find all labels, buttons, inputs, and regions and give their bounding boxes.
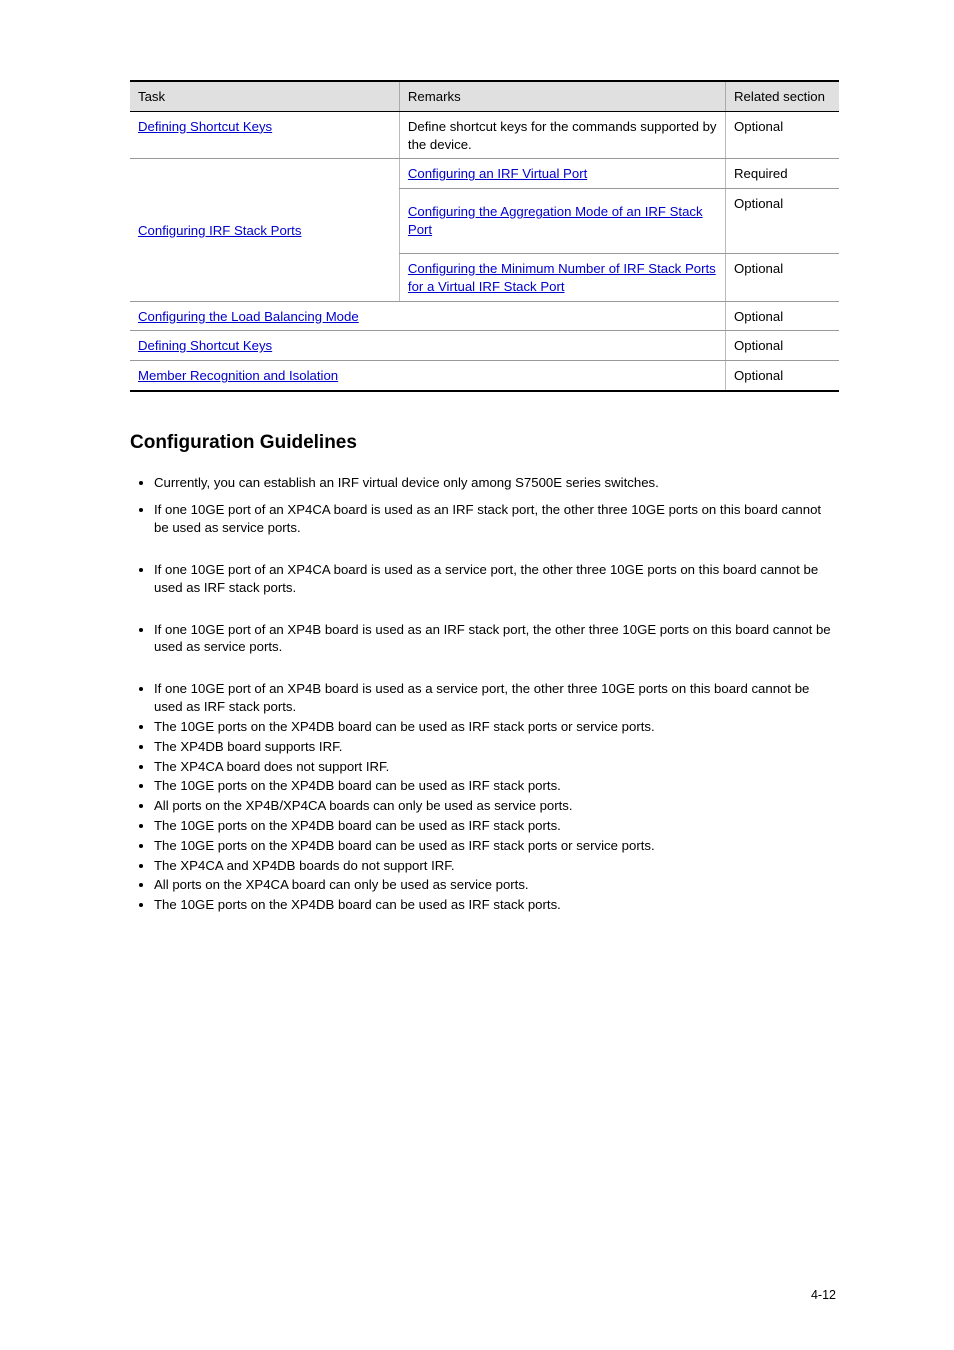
task-cell: Configuring IRF Stack Ports [130,159,399,301]
list-item: All ports on the XP4CA board can only be… [154,876,839,894]
section-heading: Configuration Guidelines [130,430,839,456]
list-item: The 10GE ports on the XP4DB board can be… [154,777,839,795]
list-item: The 10GE ports on the XP4DB board can be… [154,817,839,835]
list-item: If one 10GE port of an XP4CA board is us… [154,501,839,537]
remarks-cell: Configuring an IRF Virtual Port [399,159,725,189]
table-row: Defining Shortcut Keys Define shortcut k… [130,111,839,159]
list-item: All ports on the XP4B/XP4CA boards can o… [154,797,839,815]
page-number: 4-12 [811,1287,836,1304]
related-cell: Required [726,159,839,189]
table-row: Member Recognition and Isolation Optiona… [130,361,839,391]
related-cell: Optional [726,253,839,301]
task-table-wrap: Task Remarks Related section Defining Sh… [130,80,839,392]
table-row: Configuring the Load Balancing Mode Opti… [130,301,839,331]
related-cell: Optional [726,111,839,159]
xref-link[interactable]: Configuring the Minimum Number of IRF St… [408,261,716,294]
task-cell: Defining Shortcut Keys [130,331,726,361]
remarks-text: Define shortcut keys for the commands su… [408,119,717,152]
list-item: The 10GE ports on the XP4DB board can be… [154,718,839,736]
list-item: The XP4CA board does not support IRF. [154,758,839,776]
related-cell: Optional [726,361,839,391]
xref-link[interactable]: Configuring an IRF Virtual Port [408,166,587,181]
remarks-cell: Define shortcut keys for the commands su… [399,111,725,159]
xref-link[interactable]: Configuring IRF Stack Ports [138,223,301,238]
remarks-cell: Configuring the Minimum Number of IRF St… [399,253,725,301]
task-cell: Configuring the Load Balancing Mode [130,301,726,331]
related-cell: Optional [726,331,839,361]
remarks-cell: Configuring the Aggregation Mode of an I… [399,189,725,254]
list-item: Currently, you can establish an IRF virt… [154,474,839,492]
col-header-related: Related section [726,81,839,111]
list-item: The 10GE ports on the XP4DB board can be… [154,837,839,855]
task-cell: Member Recognition and Isolation [130,361,726,391]
table-row: Defining Shortcut Keys Optional [130,331,839,361]
table-row: Configuring IRF Stack Ports Configuring … [130,159,839,189]
col-header-task: Task [130,81,399,111]
xref-link[interactable]: Configuring the Load Balancing Mode [138,309,359,324]
list-item: The 10GE ports on the XP4DB board can be… [154,896,839,914]
related-cell: Optional [726,301,839,331]
xref-link[interactable]: Configuring the Aggregation Mode of an I… [408,204,703,237]
list-item: If one 10GE port of an XP4CA board is us… [154,561,839,597]
task-cell: Defining Shortcut Keys [130,111,399,159]
xref-link[interactable]: Defining Shortcut Keys [138,119,272,134]
related-cell: Optional [726,189,839,254]
col-header-remarks: Remarks [399,81,725,111]
table-header-row: Task Remarks Related section [130,81,839,111]
task-table: Task Remarks Related section Defining Sh… [130,80,839,392]
xref-link[interactable]: Defining Shortcut Keys [138,338,272,353]
list-item: If one 10GE port of an XP4B board is use… [154,621,839,657]
xref-link[interactable]: Member Recognition and Isolation [138,368,338,383]
list-item: If one 10GE port of an XP4B board is use… [154,680,839,716]
list-item: The XP4DB board supports IRF. [154,738,839,756]
list-item: The XP4CA and XP4DB boards do not suppor… [154,857,839,875]
guidelines-list: Currently, you can establish an IRF virt… [130,474,839,914]
page: { "table": { "headers": { "task": "Task"… [0,0,954,1350]
